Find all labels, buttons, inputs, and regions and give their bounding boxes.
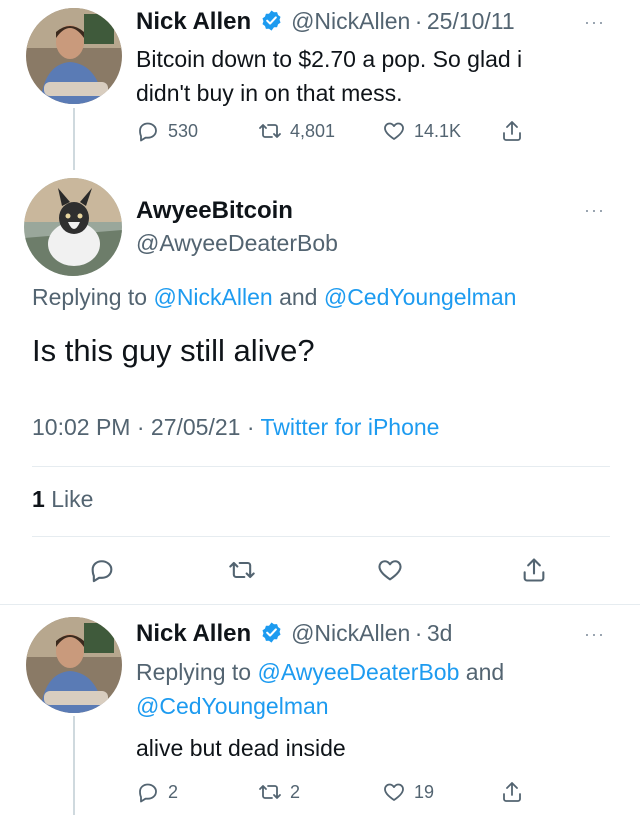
mention-link[interactable]: @CedYoungelman — [136, 693, 329, 719]
thread-line — [73, 108, 75, 170]
divider — [32, 466, 610, 467]
replying-and: and — [279, 284, 318, 310]
likes-count: 1 — [32, 486, 45, 512]
reply-icon — [91, 560, 113, 583]
replying-and: and — [465, 659, 505, 685]
reply-button[interactable]: 530 — [136, 119, 198, 143]
retweet-button[interactable]: 4,801 — [258, 119, 335, 143]
like-icon — [378, 560, 402, 581]
share-icon — [503, 782, 521, 802]
tweet3-header: Nick Allen @NickAllen · 3d — [136, 620, 452, 648]
like-count: 19 — [414, 781, 435, 802]
tweet-text: alive but dead inside — [136, 735, 346, 761]
replying-prefix: Replying to — [136, 659, 252, 685]
replying-to: Replying to @NickAllen and @CedYoungelma… — [32, 284, 516, 311]
author-handle[interactable]: @AwyeeDeaterBob — [136, 230, 338, 257]
likes-label: Like — [51, 486, 94, 512]
like-button[interactable]: 19 — [382, 780, 434, 804]
more-icon[interactable]: ··· — [584, 200, 605, 221]
tweet-age[interactable]: 3d — [427, 620, 453, 646]
retweet-button[interactable] — [228, 556, 256, 589]
dot-separator: · — [414, 620, 423, 646]
author-handle[interactable]: @NickAllen — [291, 620, 410, 646]
reply-count: 2 — [168, 781, 179, 802]
share-button[interactable] — [500, 780, 524, 804]
tweet-date[interactable]: 27/05/21 — [151, 414, 241, 440]
author-handle[interactable]: @NickAllen — [291, 8, 410, 34]
tweet-meta: 10:02 PM · 27/05/21 · Twitter for iPhone — [32, 414, 439, 441]
reply-icon — [139, 783, 157, 803]
tweet1-header: Nick Allen @NickAllen · 25/10/11 — [136, 8, 515, 36]
tweet-date[interactable]: 25/10/11 — [427, 8, 515, 34]
retweet-button[interactable]: 2 — [258, 780, 300, 804]
dot-separator: · — [246, 414, 255, 440]
dot-separator: · — [136, 414, 145, 440]
more-icon[interactable]: ··· — [584, 12, 605, 33]
retweet-count: 4,801 — [290, 120, 336, 141]
like-count: 14.1K — [414, 120, 462, 141]
share-icon — [523, 558, 545, 582]
reply-count: 530 — [168, 120, 199, 141]
tweet-text: Bitcoin down to $2.70 a pop. So glad i d… — [136, 42, 522, 110]
like-button[interactable]: 14.1K — [382, 119, 461, 143]
share-button[interactable] — [500, 119, 524, 143]
share-icon — [503, 121, 521, 141]
retweet-icon — [229, 561, 255, 579]
author-name[interactable]: Nick Allen — [136, 8, 251, 35]
like-icon — [384, 122, 404, 140]
tweet-text-line2: didn't buy in on that mess. — [136, 80, 403, 106]
mention-link[interactable]: @NickAllen — [153, 284, 272, 310]
mention-link[interactable]: @CedYoungelman — [324, 284, 517, 310]
share-button[interactable] — [520, 556, 548, 589]
retweet-icon — [259, 124, 281, 138]
author-name[interactable]: Nick Allen — [136, 620, 251, 647]
reply-button[interactable] — [88, 556, 116, 589]
mention-link[interactable]: @AwyeeDeaterBob — [257, 659, 459, 685]
avatar-nick-allen[interactable] — [26, 617, 122, 713]
reply-button[interactable]: 2 — [136, 780, 178, 804]
reply-icon — [139, 122, 157, 142]
likes-summary[interactable]: 1 Like — [32, 486, 93, 513]
thread-line — [73, 716, 75, 815]
dot-separator: · — [414, 8, 423, 34]
retweet-count: 2 — [290, 781, 301, 802]
divider — [0, 604, 640, 605]
verified-badge-icon — [256, 10, 291, 33]
avatar-awyeebitcoin[interactable] — [24, 178, 122, 276]
tweet-source[interactable]: Twitter for iPhone — [260, 414, 439, 440]
replying-prefix: Replying to — [32, 284, 148, 310]
author-name[interactable]: AwyeeBitcoin — [136, 197, 293, 225]
replying-to: Replying to @AwyeeDeaterBob and @CedYoun… — [136, 655, 504, 723]
tweet-text: Is this guy still alive? — [32, 333, 315, 368]
retweet-icon — [259, 785, 281, 799]
tweet-text-line1: Bitcoin down to $2.70 a pop. So glad i — [136, 46, 523, 72]
divider — [32, 536, 610, 537]
avatar-nick-allen[interactable] — [26, 8, 122, 104]
more-icon[interactable]: ··· — [584, 624, 605, 645]
tweet-time[interactable]: 10:02 PM — [32, 414, 130, 440]
like-icon — [384, 783, 404, 801]
verified-badge-icon — [256, 622, 291, 645]
like-button[interactable] — [376, 556, 404, 589]
